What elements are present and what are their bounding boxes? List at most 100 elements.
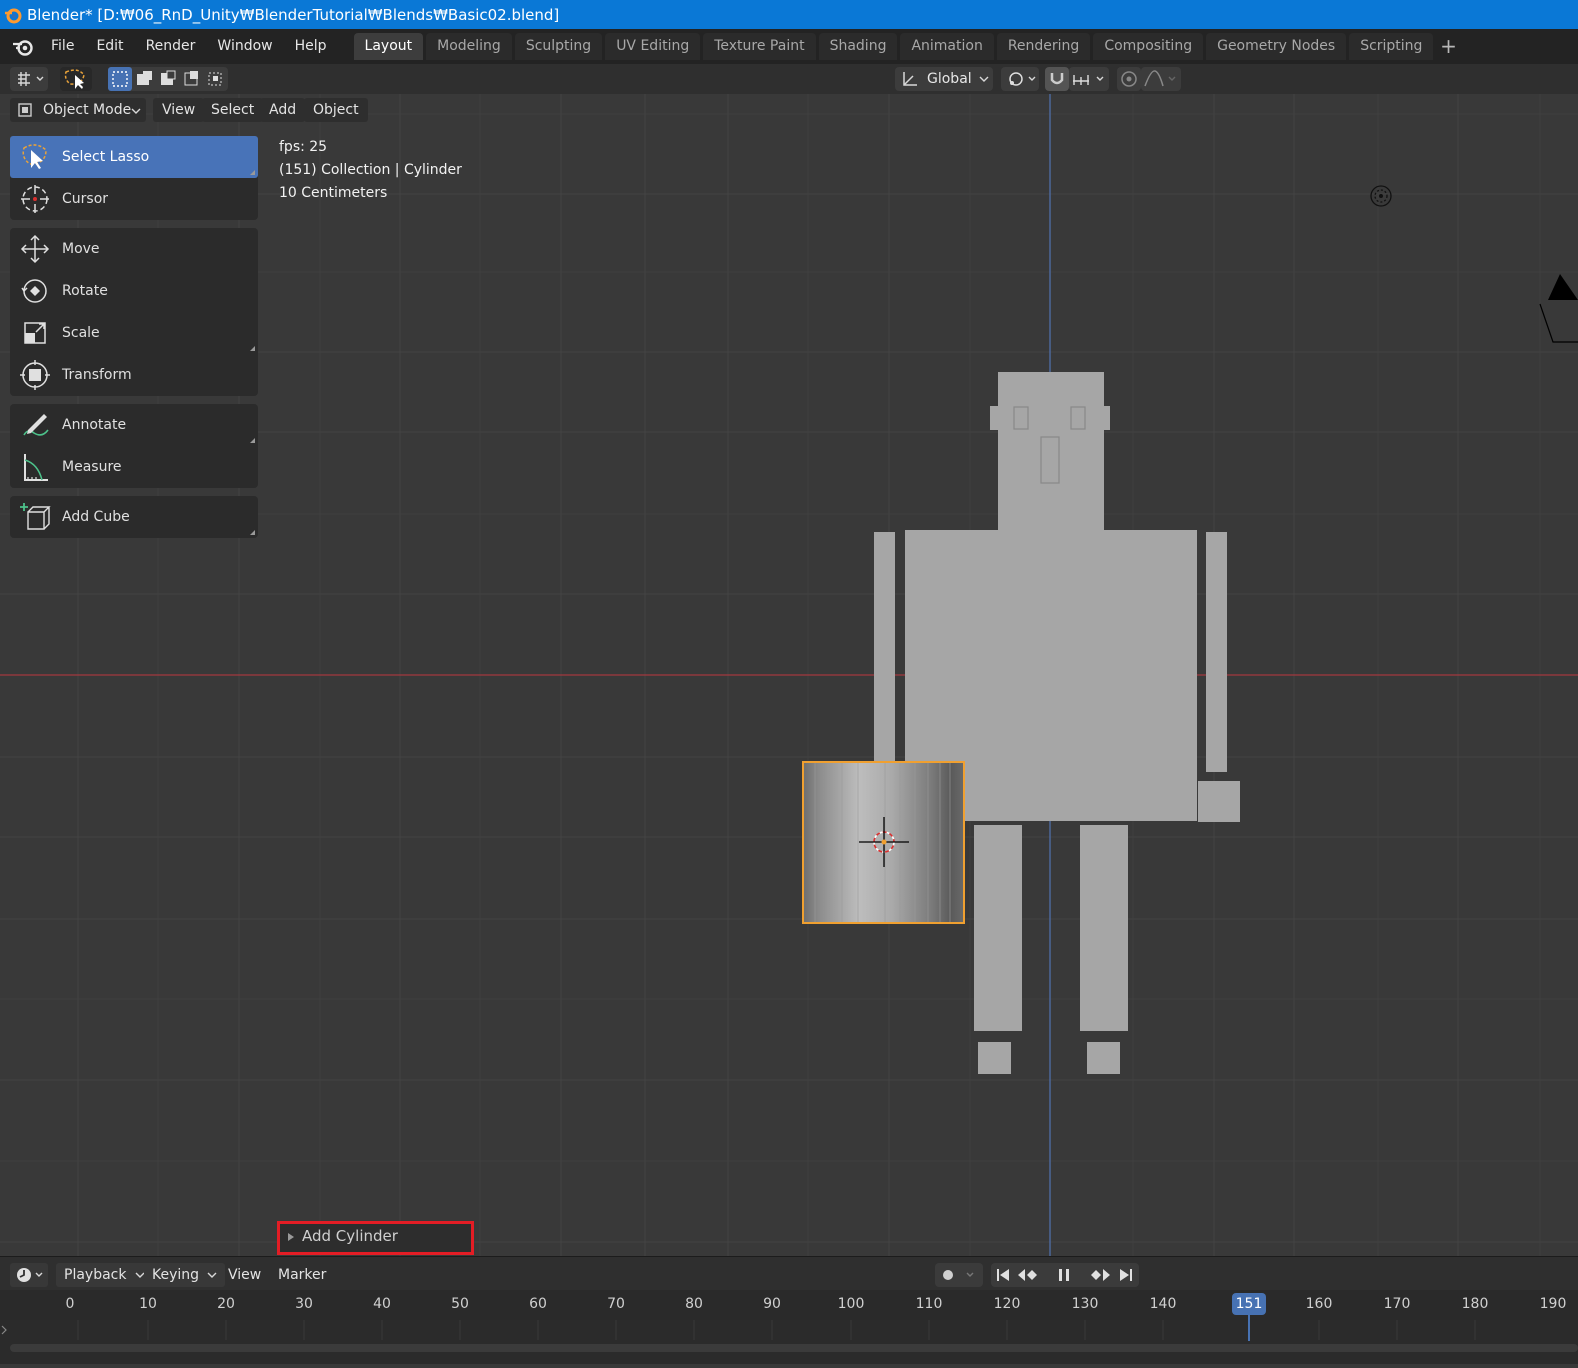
blender-menu-icon[interactable]	[10, 35, 36, 59]
tab-compositing[interactable]: Compositing	[1093, 33, 1204, 60]
menu-add[interactable]: Add	[260, 98, 306, 122]
proportional-edit-toggle[interactable]	[1117, 67, 1141, 91]
timeline-grid	[1, 1320, 1578, 1352]
tab-uv-editing[interactable]: UV Editing	[605, 33, 701, 60]
proportional-edit-icon	[1121, 71, 1137, 87]
chevron-down-icon	[131, 108, 141, 114]
measure-icon	[24, 454, 48, 481]
snap-toggle[interactable]	[1045, 67, 1069, 91]
pause-button[interactable]	[1041, 1263, 1087, 1287]
toolbar-group-annotate: Annotate Measure	[10, 404, 258, 488]
timeline-playback-menu[interactable]: Playback	[56, 1263, 153, 1287]
last-operator-panel[interactable]: Add Cylinder	[277, 1221, 474, 1255]
clock-icon	[17, 1268, 43, 1282]
tab-texture-paint[interactable]: Texture Paint	[703, 33, 816, 60]
menu-window[interactable]: Window	[206, 29, 283, 64]
tool-rotate-label: Rotate	[62, 283, 108, 299]
ruler-label: 160	[1305, 1296, 1333, 1312]
ruler-label: 90	[763, 1296, 781, 1312]
tool-scale[interactable]: Scale	[10, 312, 258, 354]
tool-cursor-label: Cursor	[62, 191, 109, 207]
tool-select-lasso[interactable]: Select Lasso	[10, 136, 258, 178]
last-operator-label: Add Cylinder	[302, 1227, 398, 1245]
jump-to-start-button[interactable]	[991, 1263, 1015, 1287]
menu-object[interactable]: Object	[304, 98, 368, 122]
pivot-icon	[1009, 72, 1036, 86]
playhead-line	[1248, 1315, 1250, 1341]
menu-select[interactable]: Select	[202, 98, 264, 122]
workspace-tabs: Layout Modeling Sculpting UV Editing Tex…	[353, 29, 1461, 64]
timeline-editor[interactable]: Playback Keying View Marker 0 10 20 30 4…	[0, 1256, 1578, 1364]
expand-channels-icon[interactable]	[1, 1325, 7, 1335]
active-tool-button[interactable]	[60, 67, 92, 91]
robot-model[interactable]	[874, 372, 1240, 1074]
pivot-point-dropdown[interactable]	[1001, 67, 1039, 91]
robot-right-leg	[1080, 825, 1128, 1031]
jump-to-end-button[interactable]	[1113, 1263, 1139, 1287]
menu-render[interactable]: Render	[135, 29, 207, 64]
ruler-label: 120	[993, 1296, 1021, 1312]
tool-transform[interactable]: Transform	[10, 354, 258, 396]
jump-to-keyframe-forward-button[interactable]	[1087, 1263, 1113, 1287]
falloff-curve-icon	[1144, 70, 1176, 87]
ruler-label: 60	[529, 1296, 547, 1312]
editor-type-button[interactable]	[10, 67, 48, 91]
auto-keying-toggle[interactable]	[935, 1263, 983, 1287]
menu-edit[interactable]: Edit	[85, 29, 134, 64]
timeline-editor-type-button[interactable]	[10, 1263, 48, 1287]
tab-geometry-nodes[interactable]: Geometry Nodes	[1206, 33, 1347, 60]
tab-rendering[interactable]: Rendering	[996, 33, 1091, 60]
menu-view[interactable]: View	[153, 98, 205, 122]
object-mode-label: Object Mode	[43, 102, 132, 118]
ruler-label: 190	[1539, 1296, 1567, 1312]
tool-add-cube-label: Add Cube	[62, 509, 130, 525]
robot-left-leg	[974, 825, 1022, 1031]
add-workspace-icon[interactable]: +	[1436, 35, 1460, 59]
grid-scale-text: 10 Centimeters	[279, 185, 388, 201]
timeline-ruler[interactable]: 0 10 20 30 40 50 60 70 80 90 100 110 120…	[0, 1290, 1578, 1320]
title-bar: Blender* [D:₩06_RnD_Unity₩BlenderTutoria…	[0, 0, 1578, 29]
annotate-icon	[23, 414, 49, 436]
tab-modeling[interactable]: Modeling	[426, 33, 512, 60]
timeline-keying-menu[interactable]: Keying	[144, 1263, 226, 1287]
tool-rotate[interactable]: Rotate	[10, 270, 258, 312]
current-frame-indicator[interactable]: 151	[1232, 1293, 1266, 1315]
chevron-down-icon	[207, 1272, 217, 1278]
3d-viewport[interactable]: Object Mode View Select Add Object Selec…	[0, 94, 1578, 1256]
tool-cursor[interactable]: Cursor	[10, 178, 258, 220]
tab-sculpting[interactable]: Sculpting	[514, 33, 603, 60]
tool-move[interactable]: Move	[10, 228, 258, 270]
timeline-tracks[interactable]	[0, 1320, 1578, 1364]
snap-target-dropdown[interactable]	[1069, 67, 1109, 91]
object-mode-dropdown[interactable]: Object Mode	[10, 98, 146, 122]
camera-object[interactable]	[1539, 274, 1578, 343]
move-icon	[20, 234, 50, 264]
timeline-marker-menu[interactable]: Marker	[270, 1263, 334, 1287]
menu-help[interactable]: Help	[284, 29, 338, 64]
tab-scripting[interactable]: Scripting	[1349, 33, 1434, 60]
tab-layout[interactable]: Layout	[353, 33, 424, 60]
expand-arrow-icon	[288, 1233, 294, 1241]
tab-shading[interactable]: Shading	[818, 33, 898, 60]
light-gizmo-icon[interactable]	[1370, 185, 1392, 207]
tab-animation[interactable]: Animation	[900, 33, 994, 60]
ruler-label: 180	[1461, 1296, 1489, 1312]
timeline-header: Playback Keying View Marker	[0, 1256, 1578, 1290]
falloff-dropdown[interactable]	[1141, 67, 1181, 91]
robot-left-ear	[990, 406, 998, 430]
jump-end-icon	[1120, 1269, 1132, 1281]
timeline-scrollbar[interactable]	[10, 1344, 1578, 1352]
transform-icon	[20, 360, 50, 390]
menu-file[interactable]: File	[40, 29, 85, 64]
tool-measure[interactable]: Measure	[10, 446, 258, 488]
blender-logo-icon	[5, 8, 22, 23]
transform-orientation-dropdown[interactable]: Global	[895, 67, 993, 91]
robot-right-ear	[1103, 406, 1110, 430]
tool-annotate[interactable]: Annotate	[10, 404, 258, 446]
jump-to-keyframe-back-button[interactable]	[1015, 1263, 1041, 1287]
record-icon	[943, 1270, 974, 1280]
timeline-view-menu[interactable]: View	[220, 1263, 269, 1287]
robot-right-foot	[1087, 1042, 1120, 1074]
tool-add-cube[interactable]: Add Cube	[10, 496, 258, 538]
robot-left-arm	[874, 532, 895, 762]
